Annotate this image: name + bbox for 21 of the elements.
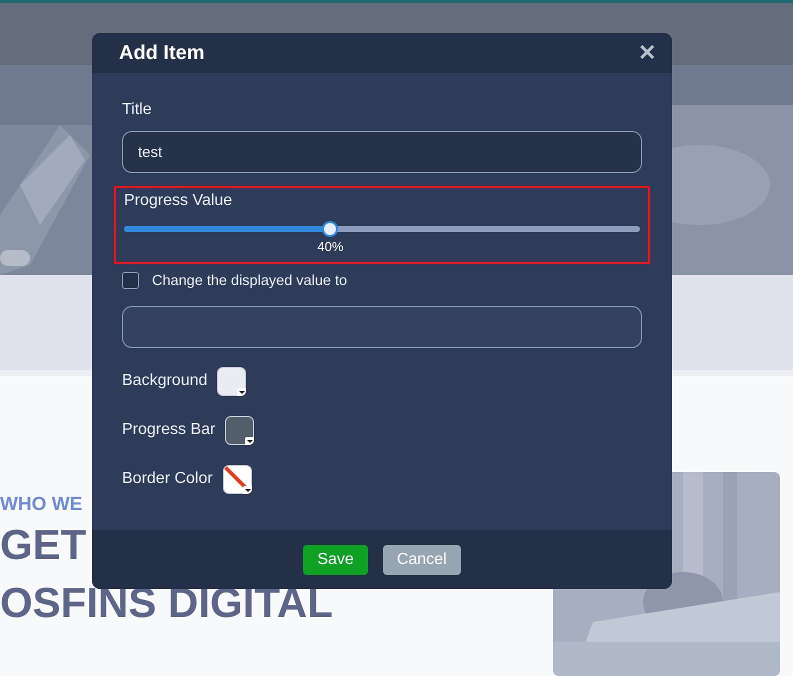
- checkbox[interactable]: [122, 272, 139, 289]
- color-picker[interactable]: [217, 366, 246, 396]
- slider-value: 40%: [317, 239, 344, 254]
- color-label: Border Color: [122, 470, 213, 488]
- title-field[interactable]: test: [122, 131, 642, 173]
- field-label: Progress Value: [124, 192, 234, 210]
- close-button[interactable]: ✕: [634, 40, 660, 66]
- field-label: Title: [122, 101, 153, 119]
- caret-icon: [237, 388, 246, 396]
- caret-icon: [242, 486, 252, 494]
- progress-slider[interactable]: [124, 221, 640, 237]
- color-picker[interactable]: [225, 416, 254, 444]
- color-picker[interactable]: [222, 464, 252, 494]
- section-eyebrow: WHO WE: [0, 494, 84, 516]
- dialog-title: Add Item: [119, 42, 205, 64]
- checkbox-label: Change the displayed value to: [152, 272, 348, 288]
- color-label: Background: [122, 372, 208, 390]
- value-field[interactable]: [122, 306, 642, 348]
- headline: OSFINS DIGITAL: [0, 578, 333, 628]
- color-label: Progress Bar: [122, 421, 216, 439]
- caret-icon: [245, 436, 254, 444]
